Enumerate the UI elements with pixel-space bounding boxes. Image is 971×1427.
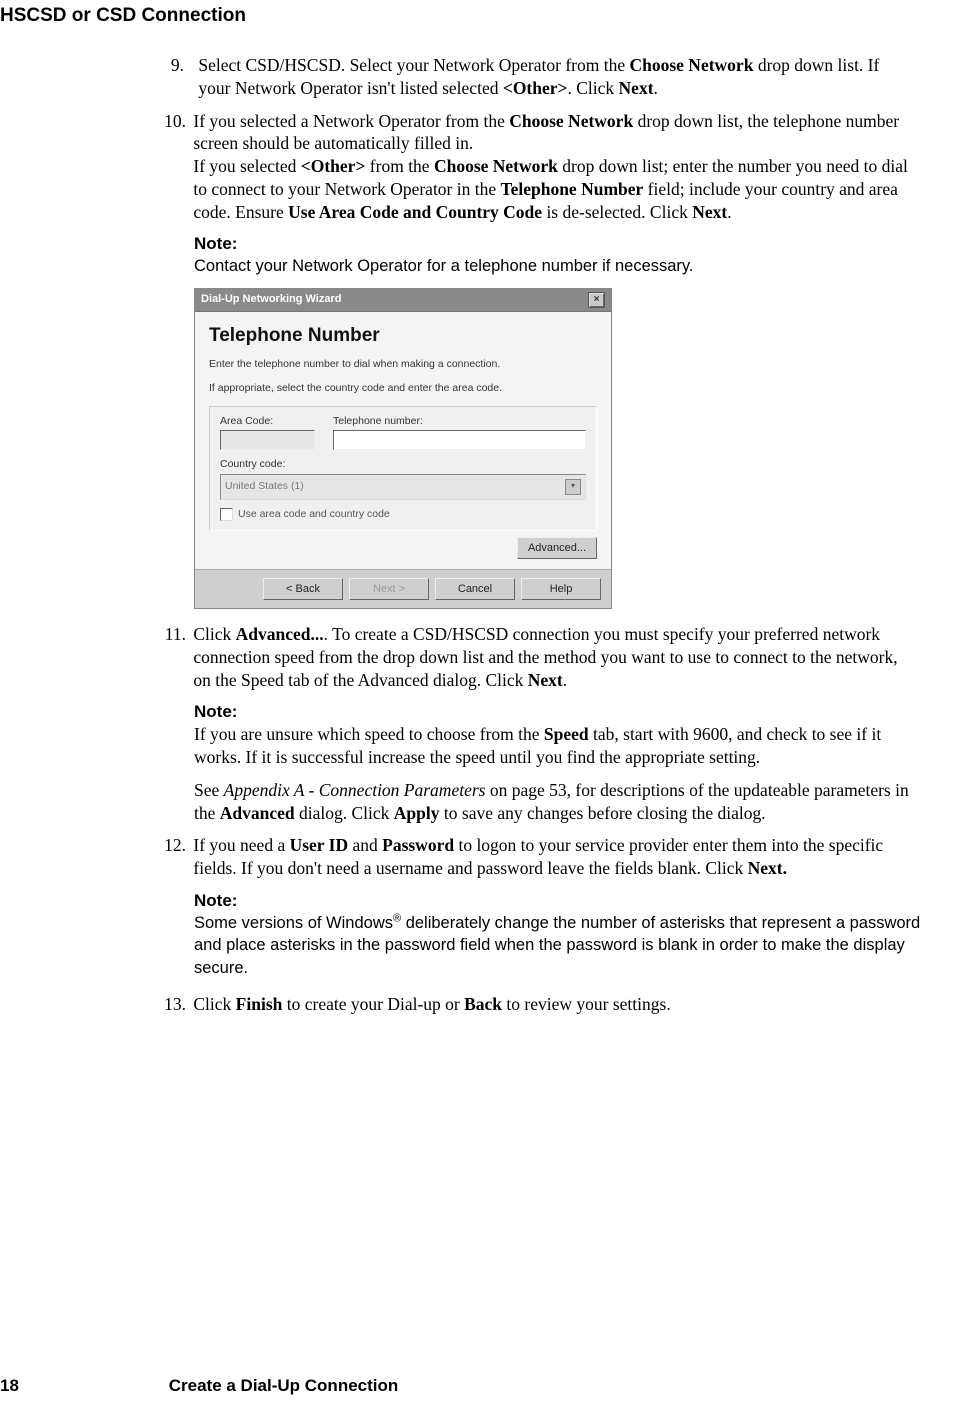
text: and	[348, 835, 382, 855]
help-button[interactable]: Help	[521, 578, 601, 600]
bold: Choose Network	[434, 156, 558, 176]
step-number: 11.	[164, 623, 186, 646]
next-button[interactable]: Next >	[349, 578, 429, 600]
bold: Next.	[748, 858, 787, 878]
bold: Choose Network	[509, 111, 633, 131]
advanced-button[interactable]: Advanced...	[517, 537, 597, 559]
text: If you need a	[193, 835, 289, 855]
text: Select CSD/HSCSD. Select your Network Op…	[198, 55, 629, 75]
step-body: If you selected a Network Operator from …	[193, 110, 908, 224]
country-label: Country code:	[220, 458, 586, 472]
footer-section: Create a Dial-Up Connection	[169, 1376, 399, 1395]
text: See	[194, 780, 224, 800]
step-number: 9.	[164, 54, 184, 77]
chevron-down-icon[interactable]: ▾	[565, 479, 581, 495]
bold: Finish	[236, 994, 283, 1014]
note-3: Note: Some versions of Windows® delibera…	[194, 890, 924, 979]
telephone-label: Telephone number:	[333, 415, 586, 429]
page-header: HSCSD or CSD Connection	[0, 4, 246, 29]
bold: <Other>	[301, 156, 366, 176]
italic: Appendix A - Connection Parameters	[224, 780, 486, 800]
step-10: 10. If you selected a Network Operator f…	[164, 110, 924, 224]
note-1: Note: Contact your Network Operator for …	[194, 233, 924, 277]
area-code-label: Area Code:	[220, 415, 315, 429]
bold: Use Area Code and Country Code	[288, 202, 542, 222]
checkbox-icon[interactable]	[220, 508, 233, 521]
page-footer: 18 Create a Dial-Up Connection	[0, 1375, 971, 1397]
bold: Advanced	[220, 803, 295, 823]
use-area-code-checkbox-row[interactable]: Use area code and country code	[220, 508, 586, 522]
step-number: 10.	[164, 110, 186, 133]
appendix-paragraph: See Appendix A - Connection Parameters o…	[194, 779, 924, 825]
dialog-title: Dial-Up Networking Wizard	[201, 292, 341, 306]
note-label: Note:	[194, 233, 924, 255]
bold: Apply	[394, 803, 440, 823]
bold: Speed	[544, 724, 589, 744]
step-number: 13.	[164, 993, 186, 1016]
text: . Click	[568, 78, 619, 98]
text: .	[563, 670, 567, 690]
text: dialog. Click	[295, 803, 394, 823]
page-number: 18	[0, 1375, 164, 1397]
text: from the	[365, 156, 434, 176]
note-2: Note: If you are unsure which speed to c…	[194, 701, 924, 769]
checkbox-label: Use area code and country code	[238, 508, 390, 522]
bold: Telephone Number	[501, 179, 644, 199]
text: .	[727, 202, 731, 222]
bold: Back	[464, 994, 502, 1014]
dialog-footer: < Back Next > Cancel Help	[195, 569, 611, 608]
bold: <Other>	[503, 78, 568, 98]
back-button[interactable]: < Back	[263, 578, 343, 600]
bold: User ID	[290, 835, 349, 855]
dialog-body: Telephone Number Enter the telephone num…	[195, 312, 611, 569]
area-code-input[interactable]	[220, 430, 315, 450]
bold: Next	[692, 202, 727, 222]
text: to save any changes before closing the d…	[440, 803, 766, 823]
note-label: Note:	[194, 890, 924, 912]
dialog-subtext-2: If appropriate, select the country code …	[209, 382, 597, 396]
text: is de-selected. Click	[542, 202, 692, 222]
bold: Advanced...	[236, 624, 324, 644]
step-13: 13. Click Finish to create your Dial-up …	[164, 993, 924, 1016]
note-text: Contact your Network Operator for a tele…	[194, 255, 924, 277]
step-11: 11. Click Advanced.... To create a CSD/H…	[164, 623, 924, 691]
dialog-subtext-1: Enter the telephone number to dial when …	[209, 358, 597, 372]
step-body: Click Advanced.... To create a CSD/HSCSD…	[193, 623, 908, 691]
text: Click	[193, 994, 235, 1014]
telephone-input[interactable]	[333, 430, 586, 450]
dialog-titlebar: Dial-Up Networking Wizard ×	[195, 289, 611, 312]
step-body: Click Finish to create your Dial-up or B…	[193, 993, 908, 1016]
step-body: If you need a User ID and Password to lo…	[193, 834, 908, 880]
bold: Password	[382, 835, 454, 855]
text: to create your Dial-up or	[282, 994, 464, 1014]
dialog-screenshot: Dial-Up Networking Wizard × Telephone Nu…	[194, 288, 612, 609]
bold: Next	[619, 78, 654, 98]
bold: Choose Network	[629, 55, 753, 75]
step-12: 12. If you need a User ID and Password t…	[164, 834, 924, 880]
text: If you are unsure which speed to choose …	[194, 724, 544, 744]
text: .	[654, 78, 658, 98]
text: If you selected a Network Operator from …	[193, 111, 509, 131]
country-value: United States (1)	[225, 480, 304, 494]
main-content: 9. Select CSD/HSCSD. Select your Network…	[164, 54, 924, 1026]
text: to review your settings.	[502, 994, 671, 1014]
note-label: Note:	[194, 701, 924, 723]
text: Some versions of Windows	[194, 914, 393, 932]
step-body: Select CSD/HSCSD. Select your Network Op…	[198, 54, 913, 100]
text: Click	[193, 624, 235, 644]
country-select[interactable]: United States (1) ▾	[220, 474, 586, 500]
registered-icon: ®	[393, 913, 401, 925]
note-text: Some versions of Windows® deliberately c…	[194, 912, 924, 979]
dialog-heading: Telephone Number	[209, 324, 597, 349]
dialog-panel: Area Code: Telephone number: Country cod…	[209, 406, 597, 531]
note-text: If you are unsure which speed to choose …	[194, 723, 924, 769]
step-number: 12.	[164, 834, 186, 857]
cancel-button[interactable]: Cancel	[435, 578, 515, 600]
close-icon[interactable]: ×	[588, 292, 605, 308]
step-9: 9. Select CSD/HSCSD. Select your Network…	[164, 54, 924, 100]
bold: Next	[528, 670, 563, 690]
text: If you selected	[193, 156, 300, 176]
